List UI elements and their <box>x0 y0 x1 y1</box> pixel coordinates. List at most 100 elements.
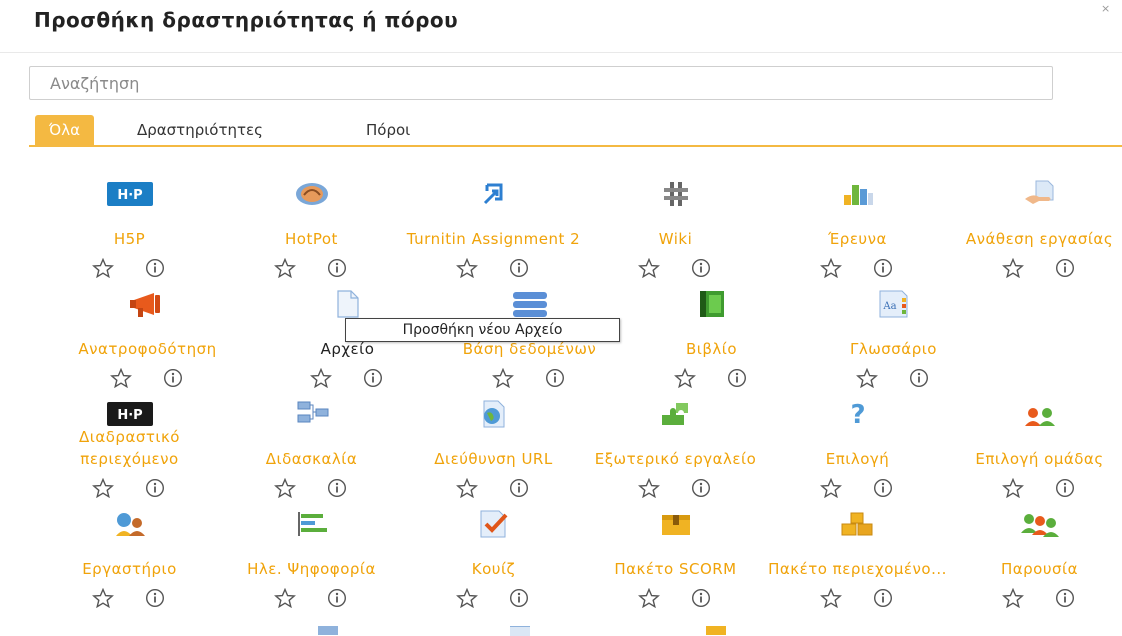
module-label[interactable]: Έρευνα <box>764 228 951 250</box>
star-icon[interactable] <box>274 258 296 278</box>
info-icon[interactable] <box>145 588 165 608</box>
tab-activities[interactable]: Δραστηριότητες <box>137 115 263 145</box>
info-icon[interactable] <box>163 368 183 388</box>
star-icon[interactable] <box>820 478 842 498</box>
star-icon[interactable] <box>856 368 878 388</box>
module-label[interactable]: Διεύθυνση URL <box>400 448 587 470</box>
star-icon[interactable] <box>820 258 842 278</box>
module-scorm[interactable]: Πακέτο SCORM <box>588 506 763 616</box>
star-icon[interactable] <box>638 588 660 608</box>
info-icon[interactable] <box>909 368 929 388</box>
star-icon[interactable] <box>110 368 132 388</box>
module-label[interactable]: H5P <box>36 228 223 250</box>
module-attendance[interactable]: Παρουσία <box>952 506 1122 616</box>
dialog-title: Προσθήκη δραστηριότητας ή πόρου <box>34 8 459 32</box>
module-hotpot[interactable]: HotPot <box>224 176 399 286</box>
module-label[interactable]: Πακέτο περιεχομένο... <box>764 558 951 580</box>
module-label[interactable]: Turnitin Assignment 2 <box>400 228 587 250</box>
external-tool-icon <box>588 396 763 432</box>
module-label[interactable]: Πακέτο SCORM <box>582 558 769 580</box>
info-icon[interactable] <box>363 368 383 388</box>
info-icon[interactable] <box>145 478 165 498</box>
wiki-icon <box>588 176 763 212</box>
module-label[interactable]: Επιλογή <box>764 448 951 470</box>
hotpot-icon <box>224 176 399 212</box>
info-icon[interactable] <box>691 258 711 278</box>
info-icon[interactable] <box>873 478 893 498</box>
module-book[interactable]: Βιβλίο <box>624 286 799 396</box>
info-icon[interactable] <box>873 258 893 278</box>
search-input[interactable] <box>29 66 1053 100</box>
info-icon[interactable] <box>509 258 529 278</box>
module-external-tool[interactable]: Εξωτερικό εργαλείο <box>588 396 763 506</box>
tab-all[interactable]: Όλα <box>35 115 94 145</box>
star-icon[interactable] <box>274 588 296 608</box>
info-icon[interactable] <box>327 258 347 278</box>
module-turnitin[interactable]: Turnitin Assignment 2 <box>406 176 581 286</box>
info-icon[interactable] <box>873 588 893 608</box>
module-glossary[interactable]: Aa Γλωσσάριο <box>806 286 981 396</box>
module-label[interactable]: Διδασκαλία <box>218 448 405 470</box>
star-icon[interactable] <box>92 478 114 498</box>
module-content-package[interactable]: Πακέτο περιεχομένο... <box>768 506 946 616</box>
module-label[interactable]: Ανατροφοδότηση <box>54 338 241 360</box>
star-icon[interactable] <box>456 478 478 498</box>
star-icon[interactable] <box>492 368 514 388</box>
assignment-icon <box>952 176 1122 212</box>
module-label[interactable]: Παρουσία <box>946 558 1122 580</box>
info-icon[interactable] <box>1055 258 1075 278</box>
info-icon[interactable] <box>691 588 711 608</box>
info-icon[interactable] <box>145 258 165 278</box>
star-icon[interactable] <box>1002 478 1024 498</box>
info-icon[interactable] <box>545 368 565 388</box>
tab-resources[interactable]: Πόροι <box>366 115 410 145</box>
module-label[interactable]: Wiki <box>582 228 769 250</box>
module-label[interactable]: Βιβλίο <box>618 338 805 360</box>
star-icon[interactable] <box>674 368 696 388</box>
module-workshop[interactable]: Εργαστήριο <box>42 506 217 616</box>
module-label[interactable]: Ανάθεση εργασίας <box>946 228 1122 250</box>
module-label[interactable]: Ηλε. Ψηφοφορία <box>218 558 405 580</box>
module-choice[interactable]: ? Επιλογή <box>770 396 945 506</box>
module-label[interactable]: Εργαστήριο <box>36 558 223 580</box>
star-icon[interactable] <box>92 588 114 608</box>
module-label[interactable]: Εξωτερικό εργαλείο <box>582 448 769 470</box>
module-group-choice[interactable]: Επιλογή ομάδας <box>952 396 1122 506</box>
info-icon[interactable] <box>691 478 711 498</box>
info-icon[interactable] <box>1055 478 1075 498</box>
module-assignment[interactable]: Ανάθεση εργασίας <box>952 176 1122 286</box>
star-icon[interactable] <box>1002 258 1024 278</box>
star-icon[interactable] <box>456 258 478 278</box>
module-label[interactable]: HotPot <box>218 228 405 250</box>
info-icon[interactable] <box>327 588 347 608</box>
module-wiki[interactable]: Wiki <box>588 176 763 286</box>
module-label[interactable]: Επιλογή ομάδας <box>946 448 1122 470</box>
star-icon[interactable] <box>456 588 478 608</box>
module-label[interactable]: Κουίζ <box>400 558 587 580</box>
module-url[interactable]: Διεύθυνση URL <box>406 396 581 506</box>
star-icon[interactable] <box>1002 588 1024 608</box>
module-lesson[interactable]: Διδασκαλία <box>224 396 399 506</box>
h5p-icon: H·P <box>42 176 217 212</box>
star-icon[interactable] <box>638 478 660 498</box>
url-icon <box>406 396 581 432</box>
module-label[interactable]: Διαδραστικό περιεχόμενο <box>36 426 223 470</box>
module-feedback[interactable]: Ανατροφοδότηση <box>60 286 235 396</box>
info-icon[interactable] <box>509 478 529 498</box>
module-vote[interactable]: Ηλε. Ψηφοφορία <box>224 506 399 616</box>
close-icon[interactable]: × <box>1101 2 1110 15</box>
star-icon[interactable] <box>820 588 842 608</box>
info-icon[interactable] <box>327 478 347 498</box>
module-h5p[interactable]: H·P H5P <box>42 176 217 286</box>
star-icon[interactable] <box>92 258 114 278</box>
info-icon[interactable] <box>1055 588 1075 608</box>
module-quiz[interactable]: Κουίζ <box>406 506 581 616</box>
module-interactive-content[interactable]: H·P Διαδραστικό περιεχόμενο <box>42 396 217 506</box>
module-label[interactable]: Γλωσσάριο <box>800 338 987 360</box>
info-icon[interactable] <box>727 368 747 388</box>
star-icon[interactable] <box>638 258 660 278</box>
star-icon[interactable] <box>274 478 296 498</box>
info-icon[interactable] <box>509 588 529 608</box>
star-icon[interactable] <box>310 368 332 388</box>
module-survey[interactable]: Έρευνα <box>770 176 945 286</box>
